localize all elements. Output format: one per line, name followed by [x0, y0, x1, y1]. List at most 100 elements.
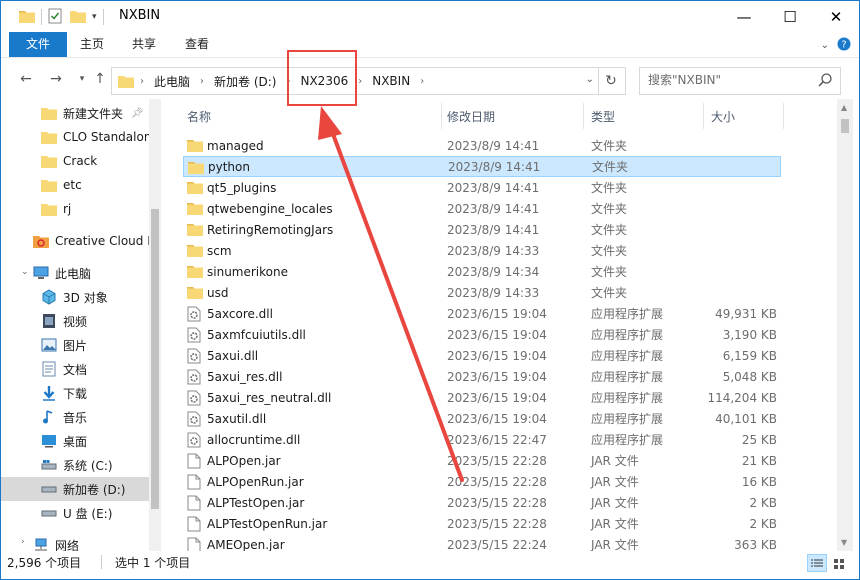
file-row[interactable]: RetiringRemotingJars 2023/8/9 14:41 文件夹 [183, 219, 781, 240]
dll-file-icon [187, 369, 203, 385]
file-icon [187, 495, 203, 511]
address-dropdown-icon[interactable]: ⌄ [586, 74, 594, 85]
quick-access-item[interactable]: etc [1, 173, 161, 197]
large-icons-view-button[interactable] [829, 554, 849, 572]
up-button[interactable]: ↑ [89, 69, 111, 89]
nav-drive-d[interactable]: 新加卷 (D:) [1, 477, 161, 501]
file-size: 25 KB [741, 432, 777, 447]
breadcrumb-nxbin[interactable]: NXBIN [368, 74, 414, 88]
file-name: AMEOpen.jar [207, 537, 285, 552]
nav-network[interactable]: 网络 [1, 533, 161, 551]
maximize-button[interactable]: ☐ [767, 1, 813, 32]
tab-home[interactable]: 主页 [73, 32, 111, 57]
breadcrumb-drive-d[interactable]: 新加卷 (D:) [210, 73, 280, 90]
expand-ribbon-icon[interactable]: ⌄ [821, 40, 829, 51]
file-list-scrollbar[interactable]: ▲ ▼ [837, 99, 853, 551]
details-view-icon [811, 558, 823, 572]
search-input[interactable] [640, 68, 808, 92]
quick-access-item[interactable]: Crack [1, 149, 161, 173]
quick-access-item[interactable]: CLO Standalon [1, 125, 161, 149]
refresh-button[interactable]: ↻ [597, 67, 626, 95]
file-row[interactable]: managed 2023/8/9 14:41 文件夹 [183, 135, 781, 156]
scrollbar-thumb[interactable] [151, 209, 159, 509]
quick-access-item[interactable]: rj [1, 197, 161, 221]
back-button[interactable]: ← [15, 69, 37, 89]
file-row[interactable]: 5axui_res.dll 2023/6/15 19:04 应用程序扩展 5,048 … [183, 366, 781, 387]
file-row[interactable]: sinumerikone 2023/8/9 14:34 文件夹 [183, 261, 781, 282]
nav-drive-c[interactable]: 系统 (C:) [1, 453, 161, 477]
status-bar: 2,596 个项目 选中 1 个项目 [1, 551, 859, 573]
file-row[interactable]: AMEOpen.jar 2023/5/15 22:24 JAR 文件 363 KB [183, 534, 781, 551]
file-row[interactable]: ALPTestOpen.jar 2023/5/15 22:28 JAR 文件 2 KB [183, 492, 781, 513]
folder-icon[interactable] [19, 9, 35, 26]
forward-button[interactable]: → [45, 69, 67, 89]
file-row[interactable]: ALPOpen.jar 2023/5/15 22:28 JAR 文件 21 KB [183, 450, 781, 471]
file-row[interactable]: qtwebengine_locales 2023/8/9 14:41 文件夹 [183, 198, 781, 219]
nav-drive-e[interactable]: U 盘 (E:) [1, 501, 161, 525]
dll-file-icon [187, 432, 203, 448]
scroll-up-icon[interactable]: ▲ [841, 103, 847, 112]
customize-toolbar-icon[interactable]: ▾ [92, 12, 97, 22]
file-row[interactable]: ALPTestOpenRun.jar 2023/5/15 22:28 JAR 文件 2… [183, 513, 781, 534]
properties-icon[interactable] [48, 8, 62, 27]
file-row[interactable]: allocruntime.dll 2023/6/15 22:47 应用程序扩展 25 … [183, 429, 781, 450]
column-header-name[interactable]: 名称 [187, 107, 211, 127]
search-box[interactable] [639, 67, 841, 95]
file-row[interactable]: 5axui_res_neutral.dll 2023/6/15 19:04 应用程序… [183, 387, 781, 408]
dll-file-icon [187, 348, 203, 364]
file-row[interactable]: qt5_plugins 2023/8/9 14:41 文件夹 [183, 177, 781, 198]
tab-view[interactable]: 查看 [177, 32, 217, 57]
file-row[interactable]: 5axmfcuiutils.dll 2023/6/15 19:04 应用程序扩展 3,… [183, 324, 781, 345]
file-size: 6,159 KB [722, 348, 777, 363]
nav-pane-scrollbar[interactable] [149, 99, 161, 551]
breadcrumb-separator-icon[interactable]: › [414, 76, 430, 87]
file-type: 应用程序扩展 [591, 412, 664, 426]
file-row[interactable]: usd 2023/8/9 14:33 文件夹 [183, 282, 781, 303]
quick-access-item[interactable]: 新建文件夹 📌︎ [1, 101, 161, 125]
nav-3d-objects[interactable]: 3D 对象 [1, 285, 161, 309]
file-date: 2023/8/9 14:41 [447, 138, 540, 153]
scroll-down-icon[interactable]: ▼ [841, 538, 847, 547]
file-row[interactable]: 5axui.dll 2023/6/15 19:04 应用程序扩展 6,159 KB [183, 345, 781, 366]
tab-file[interactable]: 文件 [9, 32, 67, 57]
usb-drive-icon [41, 505, 57, 521]
nav-documents[interactable]: 文档 [1, 357, 161, 381]
column-header-date[interactable]: 修改日期 [447, 107, 495, 127]
file-size: 363 KB [734, 537, 777, 552]
search-icon[interactable] [818, 73, 832, 90]
file-date: 2023/5/15 22:28 [447, 453, 547, 468]
breadcrumb-this-pc[interactable]: 此电脑 [150, 73, 194, 90]
details-view-button[interactable] [807, 554, 827, 572]
tab-share[interactable]: 共享 [125, 32, 163, 57]
dll-file-icon [187, 327, 203, 343]
network-icon [33, 537, 49, 551]
new-folder-icon[interactable] [70, 9, 86, 26]
desktop-icon [41, 433, 57, 449]
file-date: 2023/8/9 14:41 [447, 222, 540, 237]
close-button[interactable]: ✕ [813, 1, 859, 32]
file-type: 应用程序扩展 [591, 349, 664, 363]
nav-desktop[interactable]: 桌面 [1, 429, 161, 453]
nav-music[interactable]: 音乐 [1, 405, 161, 429]
minimize-button[interactable]: — [721, 1, 767, 32]
file-row[interactable]: ALPOpenRun.jar 2023/5/15 22:28 JAR 文件 16 KB [183, 471, 781, 492]
nav-pictures[interactable]: 图片 [1, 333, 161, 357]
file-row[interactable]: python 2023/8/9 14:41 文件夹 [183, 156, 781, 177]
pin-icon[interactable]: 📌︎ [131, 108, 144, 119]
help-icon[interactable]: ? [837, 37, 851, 54]
file-row[interactable]: 5axcore.dll 2023/6/15 19:04 应用程序扩展 49,931 K… [183, 303, 781, 324]
scrollbar-thumb[interactable] [841, 119, 849, 133]
nav-downloads[interactable]: 下载 [1, 381, 161, 405]
file-row[interactable]: 5axutil.dll 2023/6/15 19:04 应用程序扩展 40,101 K… [183, 408, 781, 429]
nav-label: 此电脑 [55, 266, 92, 281]
nav-video[interactable]: 视频 [1, 309, 161, 333]
nav-creative-cloud[interactable]: Creative Cloud F [1, 229, 161, 253]
column-header-type[interactable]: 类型 [591, 107, 615, 127]
breadcrumb-separator-icon[interactable]: › [194, 76, 210, 87]
column-header-size[interactable]: 大小 [711, 107, 735, 127]
documents-icon [41, 361, 57, 377]
file-row[interactable]: scm 2023/8/9 14:33 文件夹 [183, 240, 781, 261]
folder-icon [187, 201, 203, 217]
file-type: 文件夹 [591, 181, 628, 195]
nav-this-pc[interactable]: 此电脑 [1, 261, 161, 285]
